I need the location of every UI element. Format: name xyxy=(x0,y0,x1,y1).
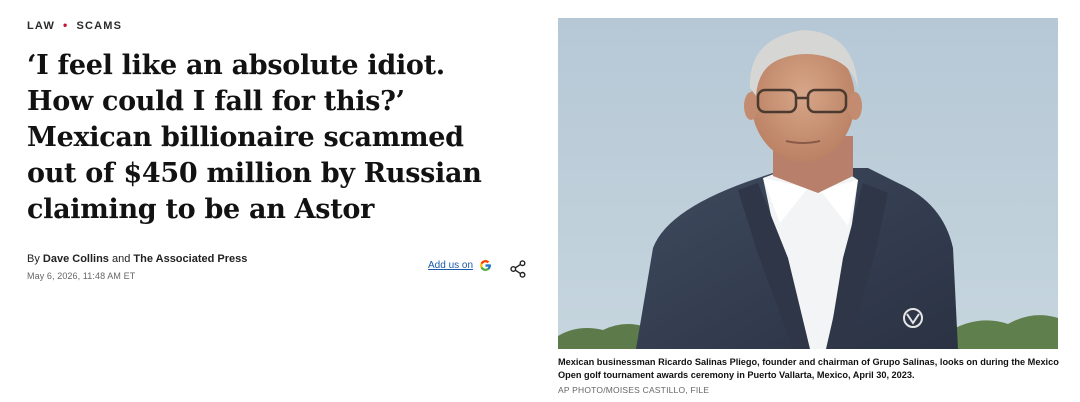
share-icon[interactable] xyxy=(510,260,526,278)
category-link-law[interactable]: LAW xyxy=(27,20,55,32)
photo-credit: AP PHOTO/MOISES CASTILLO, FILE xyxy=(558,385,710,395)
photo-caption: Mexican businessman Ricardo Salinas Plie… xyxy=(558,357,1059,380)
article-photo xyxy=(558,18,1058,349)
add-us-on-google-button[interactable]: Add us on xyxy=(428,259,492,272)
google-icon xyxy=(480,260,491,271)
author-link-associated-press[interactable]: The Associated Press xyxy=(133,253,247,265)
kicker-separator: • xyxy=(63,18,69,32)
article-header: LAW • SCAMS ‘I feel like an absolute idi… xyxy=(27,18,527,281)
byline-joiner: and xyxy=(112,253,131,265)
byline-prefix: By xyxy=(27,253,40,265)
author-link-dave-collins[interactable]: Dave Collins xyxy=(43,253,109,265)
article-headline: ‘I feel like an absolute idiot. How coul… xyxy=(27,50,482,225)
publish-date: May 6, 2026, 11:48 AM ET xyxy=(27,271,136,281)
category-link-scams[interactable]: SCAMS xyxy=(76,20,122,32)
section-kicker: LAW • SCAMS xyxy=(27,18,527,32)
add-us-label[interactable]: Add us on xyxy=(428,260,473,271)
